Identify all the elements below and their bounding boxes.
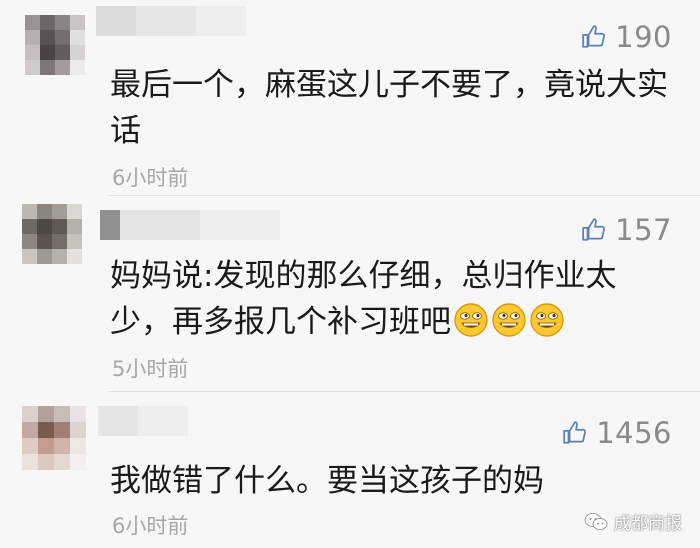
username-blurred[interactable] bbox=[96, 6, 246, 36]
like-count: 190 bbox=[615, 20, 672, 54]
comment-timestamp: 6小时前 bbox=[112, 166, 189, 190]
thumbs-up-icon bbox=[582, 218, 606, 241]
thumbs-up-icon bbox=[582, 25, 606, 48]
wechat-icon bbox=[584, 512, 608, 530]
comment-text: 我做错了什么。要当这孩子的妈 bbox=[110, 463, 544, 499]
username-blurred[interactable] bbox=[98, 406, 188, 436]
comment-item: 190 最后一个，麻蛋这儿子不要了，竟说大实话 6小时前 bbox=[0, 0, 700, 196]
comment-timestamp: 6小时前 bbox=[112, 514, 189, 538]
watermark: 成都商报 bbox=[584, 509, 682, 534]
avatar[interactable] bbox=[25, 15, 85, 75]
grinning-face-emoji-icon bbox=[492, 303, 526, 337]
emoji-group bbox=[451, 303, 565, 340]
comment-item: 157 妈妈说:发现的那么仔细，总归作业太少，再多报几个补习班吧 5小时前 bbox=[0, 196, 700, 392]
avatar[interactable] bbox=[22, 406, 86, 470]
like-button[interactable]: 190 bbox=[581, 20, 672, 54]
comment-timestamp: 5小时前 bbox=[112, 357, 189, 381]
like-button[interactable]: 157 bbox=[581, 213, 672, 247]
like-count: 1456 bbox=[596, 416, 672, 450]
comment-text: 最后一个，麻蛋这儿子不要了，竟说大实话 bbox=[110, 67, 668, 149]
avatar[interactable] bbox=[22, 204, 82, 264]
like-count: 157 bbox=[615, 213, 672, 247]
like-button[interactable]: 1456 bbox=[562, 416, 672, 450]
username-blurred[interactable] bbox=[100, 210, 280, 240]
watermark-label: 成都商报 bbox=[614, 514, 682, 534]
comment-text: 妈妈说:发现的那么仔细，总归作业太少，再多报几个补习班吧 bbox=[110, 253, 670, 345]
grinning-face-emoji-icon bbox=[454, 303, 488, 337]
grinning-face-emoji-icon bbox=[530, 303, 564, 337]
thumbs-up-icon bbox=[563, 421, 587, 444]
